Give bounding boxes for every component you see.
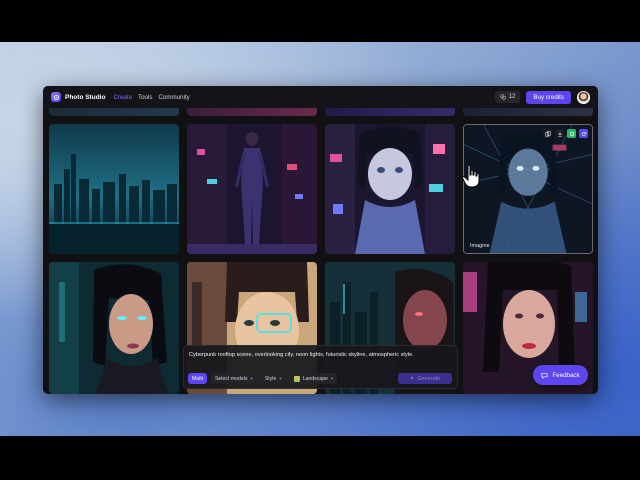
- generate-button[interactable]: ✦ Generate: [398, 373, 452, 384]
- partial-tile-strip: [325, 108, 455, 116]
- top-bar: Photo Studio Create Tools Community 12 B…: [43, 86, 598, 108]
- prompt-controls: Multi Select models ▾ Style ▾ Landscape …: [188, 373, 338, 384]
- tile-label: Imagine: [470, 243, 490, 249]
- nav-tools[interactable]: Tools: [138, 94, 152, 101]
- app-logo-icon[interactable]: [51, 92, 61, 102]
- partial-tile-strip: [187, 108, 317, 116]
- chevron-down-icon: ▾: [279, 375, 282, 381]
- app-title: Photo Studio: [65, 93, 106, 101]
- tile-cyber-woman-full-body[interactable]: [187, 124, 317, 254]
- feedback-button[interactable]: Feedback: [533, 365, 588, 385]
- prompt-bar: Cyberpunk rooftop scene, overlooking cit…: [183, 345, 458, 389]
- partial-tile-strip: [49, 108, 179, 116]
- refresh-icon[interactable]: [579, 129, 588, 138]
- hand-cursor-icon: [461, 164, 480, 188]
- user-avatar[interactable]: [577, 90, 590, 104]
- prompt-input[interactable]: Cyberpunk rooftop scene, overlooking cit…: [189, 352, 414, 358]
- feedback-label: Feedback: [552, 371, 580, 379]
- aspect-select[interactable]: Landscape ▾: [289, 373, 338, 384]
- partial-tile-strip: [463, 108, 593, 116]
- model-select[interactable]: Select models ▾: [210, 373, 257, 384]
- generate-label: Generate: [417, 375, 441, 382]
- letterbox-bottom: [0, 436, 640, 480]
- header-actions: 12 Buy credits: [494, 90, 590, 104]
- chat-icon: [541, 372, 548, 379]
- style-select-label: Style: [264, 375, 277, 382]
- sparkle-icon: ✦: [409, 375, 415, 382]
- multi-mode-button[interactable]: Multi: [188, 373, 207, 384]
- credits-icon: [499, 94, 506, 100]
- tile-action-bar: [543, 129, 588, 138]
- app-window: Photo Studio Create Tools Community 12 B…: [43, 86, 598, 394]
- copy-icon[interactable]: [543, 129, 552, 138]
- main-nav: Create Tools Community: [113, 94, 189, 101]
- style-select[interactable]: Style ▾: [260, 373, 286, 384]
- letterbox-top: [0, 0, 640, 42]
- tile-holographic-woman[interactable]: Imagine: [463, 124, 593, 254]
- credits-count: 12: [508, 94, 516, 100]
- landscape-icon: [293, 375, 300, 382]
- credits-counter[interactable]: 12: [494, 91, 521, 103]
- nav-community[interactable]: Community: [158, 94, 189, 101]
- chevron-down-icon: ▾: [331, 375, 334, 381]
- model-select-label: Select models: [214, 375, 248, 382]
- aspect-select-label: Landscape: [302, 375, 329, 382]
- chevron-down-icon: ▾: [250, 375, 253, 381]
- nav-create[interactable]: Create: [113, 94, 132, 101]
- tile-city-skyline[interactable]: [49, 124, 179, 254]
- tile-cyber-woman-glowing-eyes[interactable]: [49, 262, 179, 394]
- tile-anime-girl-neon[interactable]: [325, 124, 455, 254]
- buy-credits-button[interactable]: Buy credits: [526, 90, 571, 104]
- download-icon[interactable]: [555, 129, 564, 138]
- upscale-icon[interactable]: [567, 129, 576, 138]
